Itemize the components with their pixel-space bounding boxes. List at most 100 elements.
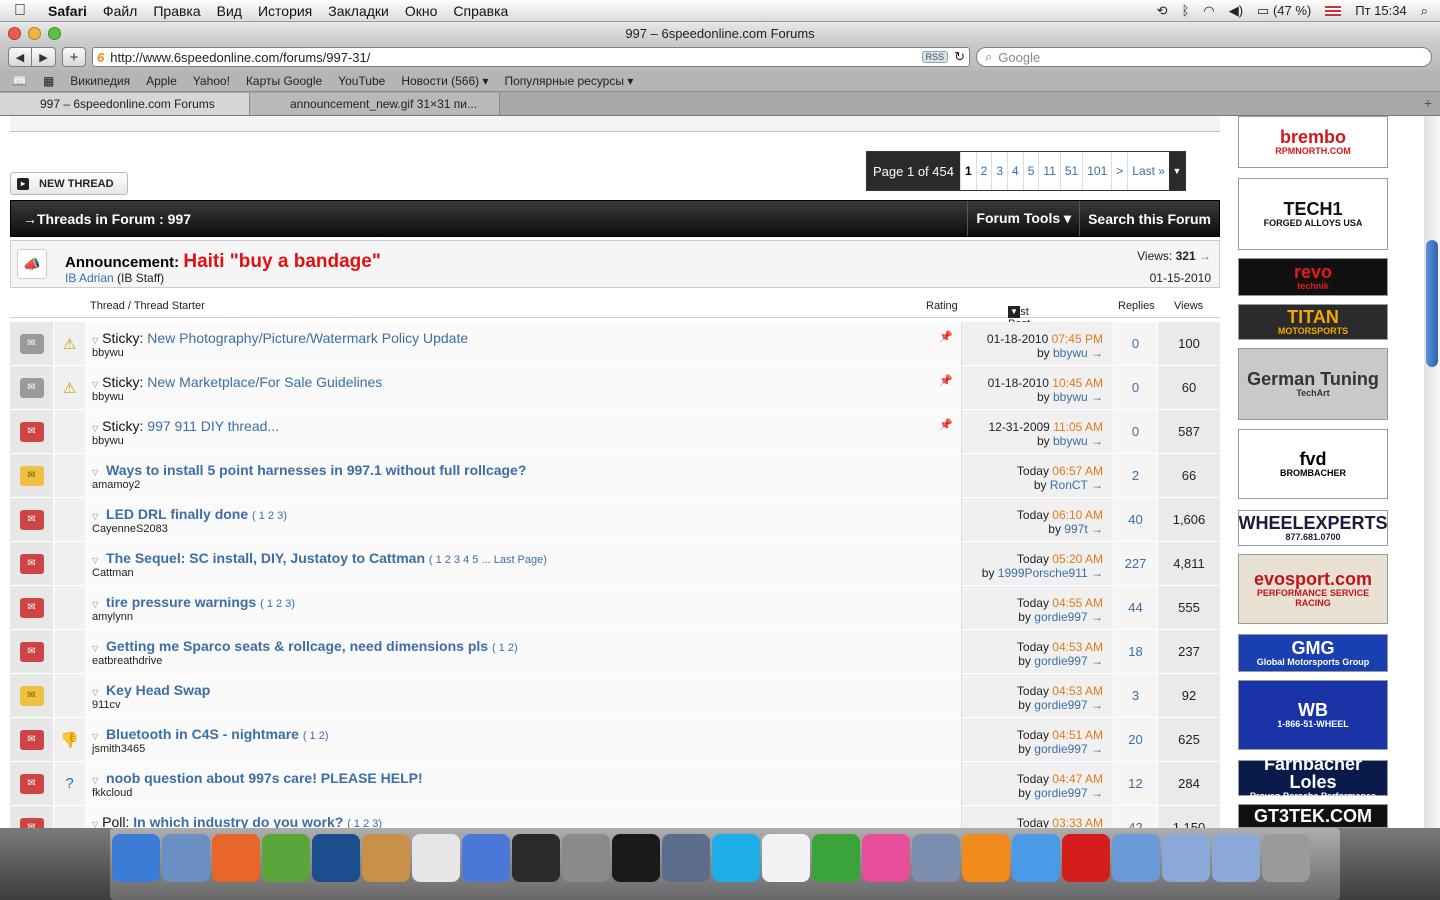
ad-banner-gt3tek[interactable]: GT3TEK.COM bbox=[1238, 804, 1388, 828]
col-views[interactable]: Views bbox=[1174, 300, 1203, 312]
battery-status[interactable]: ▭ (47 %) bbox=[1257, 3, 1311, 19]
spotlight-icon[interactable]: ⌕ bbox=[1421, 3, 1428, 19]
ad-banner-techart[interactable]: German Tuning TechArt bbox=[1238, 348, 1388, 420]
chevron-down-icon[interactable]: ▽ bbox=[92, 380, 98, 389]
last-post-user-link[interactable]: RonCT bbox=[1050, 478, 1088, 492]
thread-starter[interactable]: bbywu bbox=[92, 435, 124, 447]
thread-title-link[interactable]: noob question about 997s care! PLEASE HE… bbox=[106, 770, 423, 786]
thread-pages[interactable]: ( 1 2 3) bbox=[252, 510, 287, 522]
chevron-down-icon[interactable]: ▽ bbox=[92, 336, 98, 345]
ad-banner-brembo[interactable]: brembo RPMNORTH.COM bbox=[1238, 116, 1388, 168]
announcement-title[interactable]: Haiti "buy a bandage" bbox=[183, 251, 381, 272]
scrollbar-thumb[interactable] bbox=[1426, 240, 1438, 367]
dock-textedit-icon[interactable]: TextEdit bbox=[762, 834, 810, 882]
last-post-user-link[interactable]: 1999Porsche911 bbox=[998, 566, 1088, 580]
chevron-down-icon[interactable]: ▽ bbox=[92, 512, 98, 521]
chevron-down-icon[interactable]: ▽ bbox=[92, 820, 98, 828]
menu-view[interactable]: Вид bbox=[209, 3, 250, 19]
replies-count[interactable]: 0 bbox=[1114, 322, 1158, 365]
ad-banner-evosport[interactable]: evosport.com PERFORMANCE SERVICE RACING bbox=[1238, 554, 1388, 624]
chevron-down-icon[interactable]: ▽ bbox=[92, 644, 98, 653]
dock-address-icon[interactable]: Address bbox=[362, 834, 410, 882]
arrow-right-icon[interactable]: → bbox=[1091, 698, 1103, 712]
thread-pages[interactable]: ( 1 2) bbox=[303, 730, 329, 742]
arrow-right-icon[interactable]: → bbox=[1199, 249, 1211, 263]
bookmark-yahoo[interactable]: Yahoo! bbox=[193, 74, 230, 88]
forum-tools-button[interactable]: Forum Tools ▾ bbox=[967, 201, 1079, 236]
arrow-right-icon[interactable]: → bbox=[1091, 522, 1103, 536]
thread-pages[interactable]: ( 1 2 3) bbox=[260, 598, 295, 610]
search-field[interactable]: ⌕ Google bbox=[976, 47, 1432, 67]
last-post-user-link[interactable]: bbywu bbox=[1053, 390, 1088, 404]
new-tab-icon[interactable]: + bbox=[1416, 95, 1440, 115]
time-machine-icon[interactable]: ⟲ bbox=[1157, 3, 1168, 19]
dock-android-icon[interactable]: Android bbox=[262, 834, 310, 882]
thread-starter[interactable]: fkkcloud bbox=[92, 787, 132, 799]
thread-title-link[interactable]: Ways to install 5 point harnesses in 997… bbox=[106, 462, 526, 478]
dock-itunes-icon[interactable]: iTunes bbox=[462, 834, 510, 882]
chevron-down-icon[interactable]: ▽ bbox=[92, 468, 98, 477]
page-link[interactable]: 5 bbox=[1022, 152, 1039, 190]
apple-menu-icon[interactable]:  bbox=[0, 2, 40, 20]
tab-forum[interactable]: 997 – 6speedonline.com Forums bbox=[0, 93, 250, 115]
thread-starter[interactable]: Cattman bbox=[92, 567, 134, 579]
menu-file[interactable]: Файл bbox=[95, 3, 145, 19]
ad-banner-wheelexperts[interactable]: WHEELEXPERTS 877.681.0700 bbox=[1238, 510, 1388, 546]
last-page-link[interactable]: Last » bbox=[1127, 152, 1169, 190]
flag-icon[interactable] bbox=[1325, 5, 1342, 16]
thread-starter[interactable]: eatbreathdrive bbox=[92, 655, 162, 667]
col-thread[interactable]: Thread / Thread Starter bbox=[90, 300, 205, 312]
replies-count[interactable]: 44 bbox=[1114, 586, 1158, 629]
chevron-down-icon[interactable]: ▽ bbox=[92, 424, 98, 433]
chevron-down-icon[interactable]: ▼ bbox=[1168, 152, 1185, 190]
page-link[interactable]: 101 bbox=[1082, 152, 1112, 190]
arrow-right-icon[interactable]: → bbox=[1091, 346, 1103, 360]
bookmark-popular[interactable]: Популярные ресурсы ▾ bbox=[505, 74, 634, 88]
thread-pages[interactable]: ( 1 2 3) bbox=[347, 818, 382, 828]
dock-docs-icon[interactable]: Docs bbox=[1162, 834, 1210, 882]
thread-starter[interactable]: amamoy2 bbox=[92, 479, 140, 491]
sort-desc-icon[interactable]: ▼ bbox=[1008, 306, 1020, 318]
replies-count[interactable]: 40 bbox=[1114, 498, 1158, 541]
replies-count[interactable]: 0 bbox=[1114, 366, 1158, 409]
last-post-user-link[interactable]: gordie997 bbox=[1034, 698, 1087, 712]
thread-starter[interactable]: bbywu bbox=[92, 391, 124, 403]
dock-downloads-icon[interactable]: Downloads bbox=[1212, 834, 1260, 882]
rss-button[interactable]: RSS bbox=[921, 51, 949, 63]
arrow-right-icon[interactable]: → bbox=[1091, 786, 1103, 800]
page-link[interactable]: 2 bbox=[975, 152, 992, 190]
thread-starter[interactable]: jsmith3465 bbox=[92, 743, 145, 755]
page-link[interactable]: 4 bbox=[1007, 152, 1023, 190]
top-sites-icon[interactable]: ▦ bbox=[43, 74, 54, 88]
menu-window[interactable]: Окно bbox=[397, 3, 446, 19]
last-post-user-link[interactable]: gordie997 bbox=[1034, 742, 1087, 756]
arrow-right-icon[interactable]: → bbox=[1091, 478, 1103, 492]
dock-apps-icon[interactable]: Apps bbox=[1112, 834, 1160, 882]
replies-count[interactable]: 12 bbox=[1114, 762, 1158, 805]
last-post-user-link[interactable]: gordie997 bbox=[1034, 654, 1087, 668]
dock-safari-icon[interactable]: Safari bbox=[1012, 834, 1060, 882]
bookmark-youtube[interactable]: YouTube bbox=[338, 74, 385, 88]
last-post-user-link[interactable]: bbywu bbox=[1053, 346, 1088, 360]
dock-vmware-icon[interactable]: VMware bbox=[662, 834, 710, 882]
thread-title-link[interactable]: In which industry do you work? bbox=[133, 814, 343, 828]
menu-history[interactable]: История bbox=[250, 3, 320, 19]
dock-terminal-icon[interactable]: Terminal bbox=[612, 834, 660, 882]
dock-vlc-icon[interactable]: VLC bbox=[962, 834, 1010, 882]
thread-title-link[interactable]: tire pressure warnings bbox=[106, 594, 256, 610]
address-url[interactable]: http://www.6speedonline.com/forums/997-3… bbox=[110, 50, 370, 65]
clock[interactable]: Пт 15:34 bbox=[1355, 3, 1406, 18]
menu-bookmarks[interactable]: Закладки bbox=[320, 3, 397, 19]
reload-icon[interactable]: ↻ bbox=[954, 49, 965, 65]
arrow-right-icon[interactable]: → bbox=[1091, 742, 1103, 756]
volume-icon[interactable]: ◀) bbox=[1229, 3, 1243, 19]
last-post-user-link[interactable]: bbywu bbox=[1053, 434, 1088, 448]
thread-title-link[interactable]: New Marketplace/For Sale Guidelines bbox=[147, 374, 382, 390]
thread-title-link[interactable]: LED DRL finally done bbox=[106, 506, 248, 522]
chevron-down-icon[interactable]: ▽ bbox=[92, 600, 98, 609]
chevron-down-icon[interactable]: ▽ bbox=[92, 732, 98, 741]
ad-banner-tech1[interactable]: TECH1 FORGED ALLOYS USA bbox=[1238, 178, 1388, 250]
back-button[interactable]: ◀ bbox=[8, 47, 32, 67]
thread-title-link[interactable]: The Sequel: SC install, DIY, Justatoy to… bbox=[106, 550, 425, 566]
replies-count[interactable]: 42 bbox=[1114, 806, 1158, 828]
